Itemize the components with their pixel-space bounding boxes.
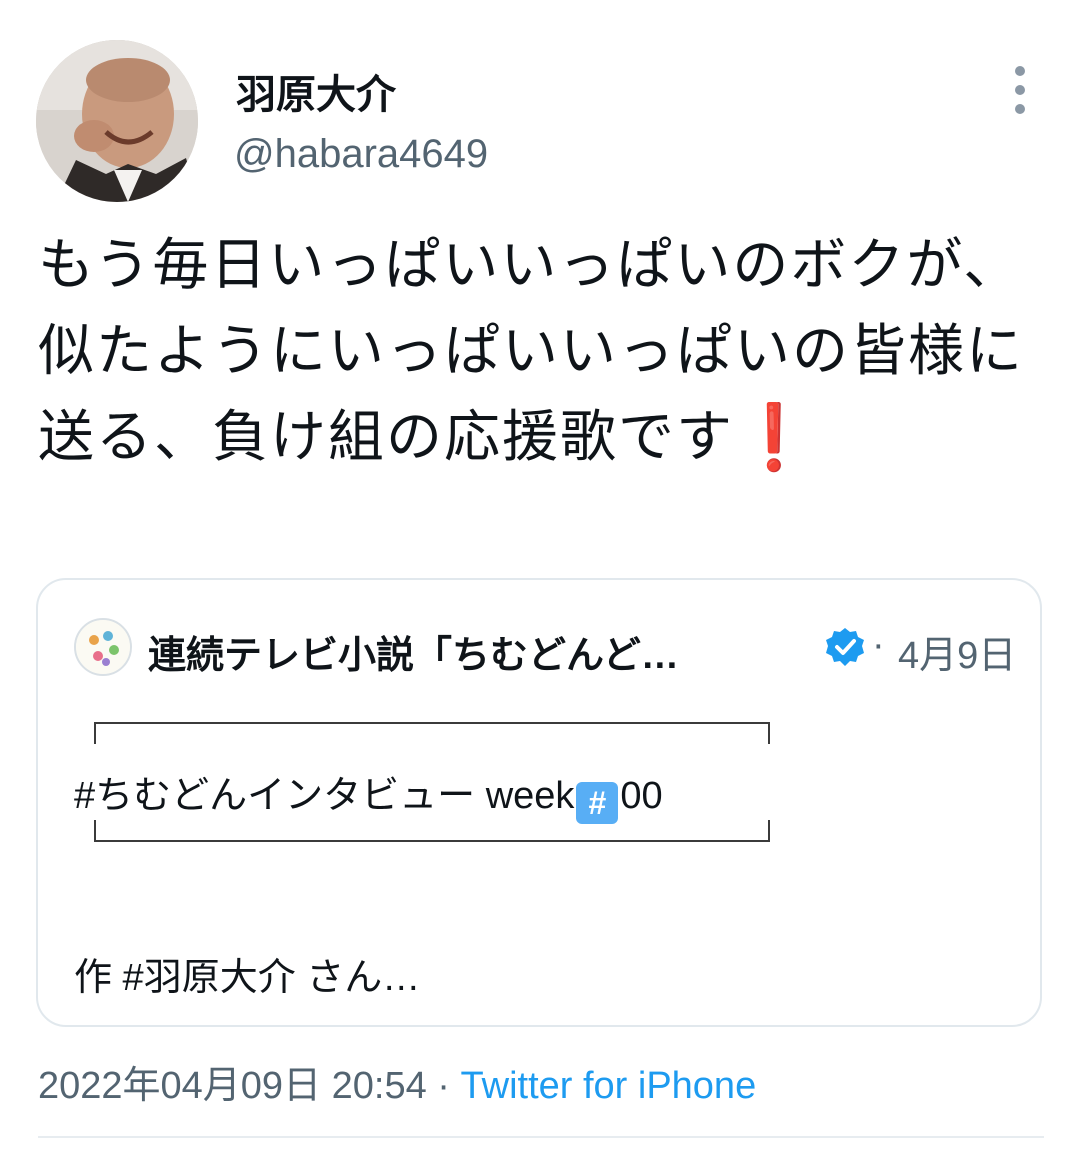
exclamation-emoji: ❗ (734, 401, 816, 473)
user-avatar-icon (36, 40, 198, 202)
display-name[interactable]: 羽原大介 (236, 62, 396, 120)
meta-separator: · (426, 1065, 461, 1107)
frame-bottom-bracket (94, 820, 770, 842)
author-avatar[interactable] (36, 40, 198, 202)
frame-top-bracket (94, 722, 770, 744)
quoted-account-avatar[interactable] (74, 618, 132, 676)
quoted-account-name[interactable]: 連続テレビ小説「ちむどんど… (148, 624, 679, 679)
tweet-text: もう毎日いっぱいいっぱいのボクが、似たようにいっぱいいっぱいの皆様に送る、負け組… (38, 222, 1048, 480)
tweet-body: もう毎日いっぱいいっぱいのボクが、似たようにいっぱいいっぱいの皆様に送る、負け組… (38, 233, 1024, 468)
tweet-meta: 2022年04月09日 20:54 · Twitter for iPhone (38, 1054, 756, 1109)
tweet: 羽原大介 @habara4649 もう毎日いっぱいいっぱいのボクが、似たようにい… (0, 0, 1080, 1152)
quoted-text-line1: #ちむどんインタビュー week #00 (74, 764, 663, 824)
hash-keycap-icon: # (576, 782, 619, 824)
divider (38, 1136, 1044, 1138)
more-options-icon[interactable] (1004, 66, 1036, 114)
quoted-text-suffix: 00 (620, 775, 663, 817)
quoted-separator: · (872, 624, 885, 666)
quoted-text-line2: 作 #羽原大介 さん… (74, 957, 421, 999)
logo-icon (76, 620, 130, 674)
verified-badge-icon (824, 626, 866, 668)
hashtag-link[interactable]: #ちむどんインタビュー week (74, 775, 574, 817)
quoted-tweet-card[interactable]: 連続テレビ小説「ちむどんど… · 4月9日 #ちむどんインタビュー week #0… (36, 578, 1042, 1027)
quoted-date[interactable]: 4月9日 (898, 624, 1016, 679)
tweet-timestamp[interactable]: 2022年04月09日 20:54 (38, 1065, 427, 1107)
tweet-source-link[interactable]: Twitter for iPhone (461, 1065, 757, 1107)
username-handle[interactable]: @habara4649 (234, 132, 488, 177)
